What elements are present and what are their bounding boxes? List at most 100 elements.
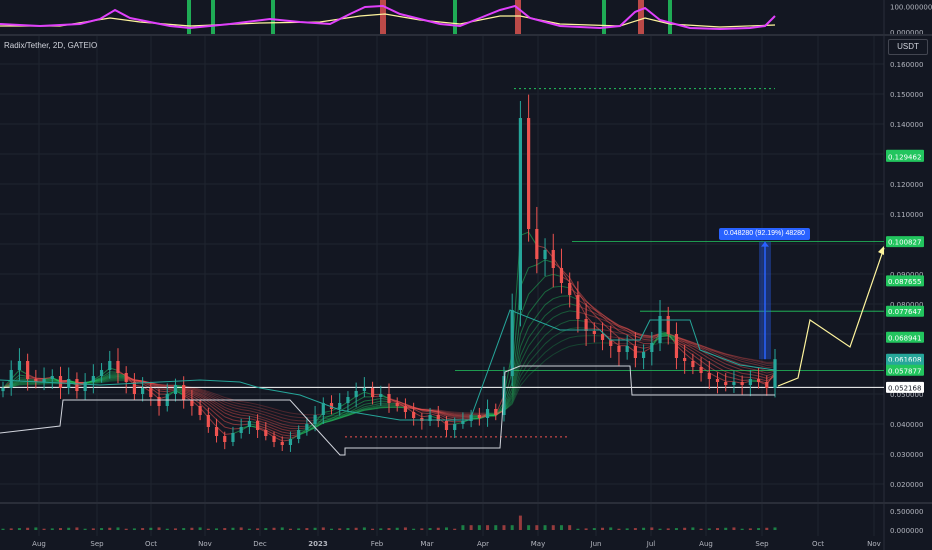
volume-bar <box>403 527 407 530</box>
candle-body <box>91 376 95 382</box>
volume-bar <box>502 525 506 530</box>
candle-body <box>264 430 268 436</box>
candle-body <box>321 403 325 415</box>
candle-body <box>58 376 63 388</box>
price-tick-label: 0.120000 <box>890 181 923 189</box>
volume-bar <box>272 527 276 530</box>
volume-bar <box>477 525 481 530</box>
candle-body <box>756 379 761 382</box>
volume-bar <box>100 528 104 530</box>
candle-body <box>584 319 588 331</box>
volume-bar <box>132 528 136 530</box>
candle-body <box>116 361 120 373</box>
signal-bar-red <box>515 0 521 35</box>
candle-body <box>182 385 186 400</box>
candle-body <box>42 379 46 382</box>
volume-bar <box>765 527 769 530</box>
volume-bar <box>157 527 161 530</box>
volume-bar <box>354 527 358 530</box>
price-label-text: 0.087655 <box>888 278 921 286</box>
candle-body <box>305 424 309 430</box>
candle-body <box>247 421 251 427</box>
measure-label: 0.048280 (92.19%) 48280 <box>719 228 810 240</box>
volume-bar <box>338 528 342 530</box>
candle-body <box>551 250 555 268</box>
volume-bar <box>469 525 473 530</box>
candle-body <box>477 415 481 418</box>
candle-body <box>313 415 317 424</box>
volume-bar <box>26 527 30 530</box>
volume-bar <box>601 527 605 530</box>
ribbon-segment <box>109 380 119 382</box>
candle-body <box>157 397 161 406</box>
candle-body <box>559 268 564 283</box>
x-tick-label: Nov <box>867 540 881 548</box>
volume-bar <box>198 527 202 530</box>
candle-body <box>190 400 194 406</box>
candle-body <box>715 379 720 382</box>
candle-body <box>724 382 728 385</box>
x-tick-label: Mar <box>420 540 433 548</box>
candle-body <box>485 409 490 418</box>
volume-bar <box>757 528 761 530</box>
volume-bar <box>707 528 711 530</box>
volume-bar <box>288 528 292 530</box>
candle-body <box>732 382 736 385</box>
price-label-text: 0.077647 <box>888 308 921 316</box>
volume-bar <box>420 528 424 530</box>
ribbon-segment <box>331 412 340 415</box>
volume-bar <box>617 528 621 530</box>
signal-bar-green <box>602 0 606 35</box>
volume-bar <box>379 528 383 530</box>
candle-body <box>543 250 547 259</box>
candle-body <box>75 379 79 391</box>
candle-body <box>370 388 375 397</box>
volume-bar <box>58 528 62 530</box>
signal-bar-green <box>668 0 672 35</box>
volume-bar <box>50 528 54 530</box>
candle-body <box>691 361 695 367</box>
ribbon-segment <box>586 342 595 345</box>
x-tick-label: Apr <box>477 540 489 548</box>
candle-body <box>617 346 621 352</box>
candle-body <box>26 361 30 379</box>
volume-bar <box>305 528 309 530</box>
candle-body <box>173 385 178 394</box>
volume-bar <box>559 525 563 530</box>
candle-body <box>609 340 613 346</box>
volume-bar <box>748 528 752 530</box>
symbol-title[interactable]: Radix/Tether, 2D, GATEIO <box>4 41 97 50</box>
volume-bar <box>173 528 177 530</box>
volume-bar <box>699 528 703 530</box>
x-tick-label: Aug <box>699 540 713 548</box>
price-tick-label: 0.040000 <box>890 421 923 429</box>
volume-bar <box>42 528 46 530</box>
candle-body <box>518 118 523 310</box>
candle-body <box>740 382 744 385</box>
price-label-text: 0.057877 <box>888 367 921 375</box>
signal-bar-green <box>271 0 275 35</box>
volume-bar <box>231 527 235 530</box>
price-tick-label: 0.020000 <box>890 481 923 489</box>
chart-background <box>0 0 932 550</box>
candle-body <box>683 358 687 361</box>
volume-bar <box>543 525 547 530</box>
signal-bar-green <box>453 0 457 35</box>
candle-body <box>362 388 366 391</box>
volume-bar <box>371 528 375 530</box>
oscillator-tick-label: 100.000000 <box>890 4 932 12</box>
volume-bar <box>190 527 194 530</box>
volume-bar <box>321 527 325 530</box>
ribbon-segment <box>323 415 332 418</box>
currency-selector[interactable]: USDT <box>888 39 928 55</box>
volume-bar <box>674 528 678 530</box>
candle-body <box>83 382 87 391</box>
volume-bar <box>83 528 87 530</box>
signal-bar-green <box>187 0 191 35</box>
ribbon-segment <box>44 383 53 385</box>
volume-bar <box>124 528 128 530</box>
price-chart[interactable]: 100.0000000.000000 0.5000000.000000 0.16… <box>0 0 932 550</box>
x-tick-label: Nov <box>198 540 212 548</box>
volume-bar <box>264 528 268 530</box>
volume-bar <box>362 527 366 530</box>
